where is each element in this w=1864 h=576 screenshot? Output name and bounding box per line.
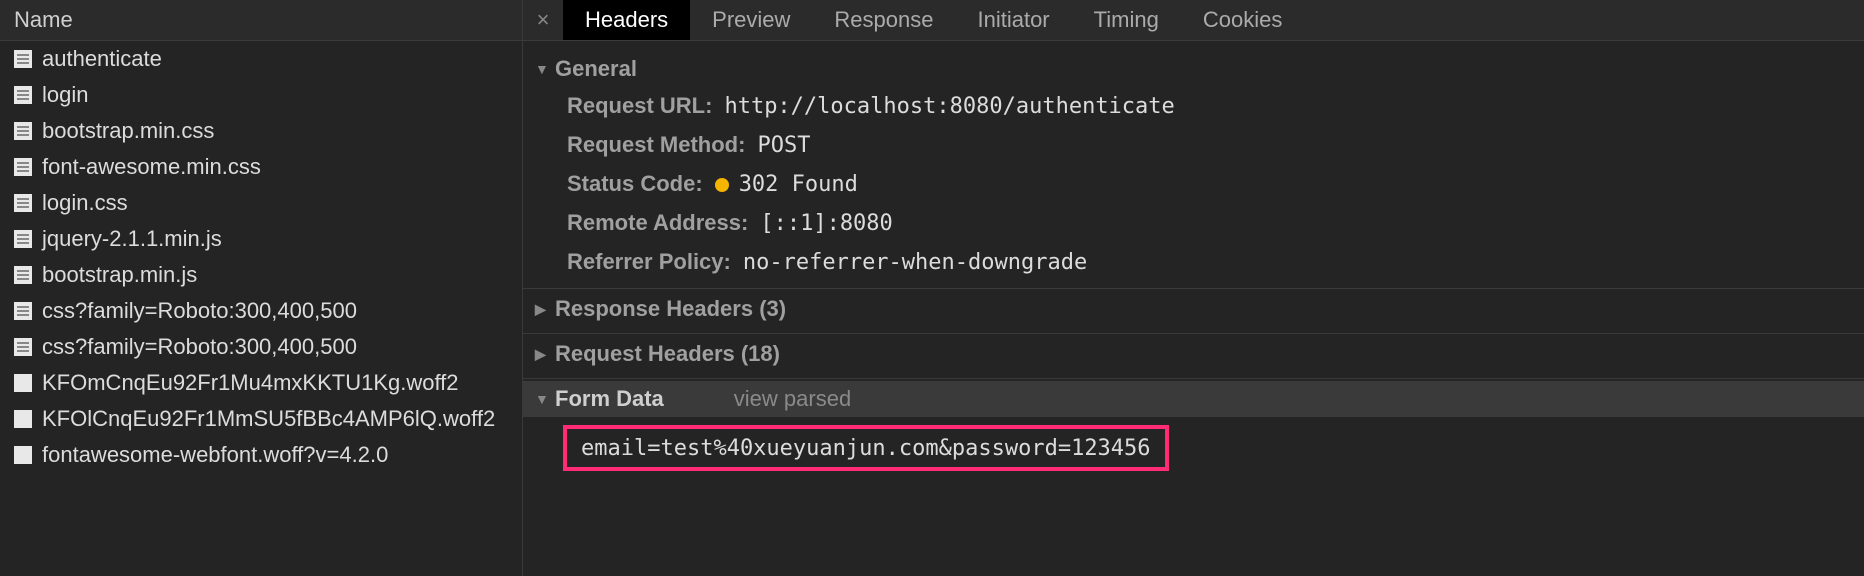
form-data-section: ▼ Form Data view parsed email=test%40xue… — [523, 378, 1864, 479]
request-row[interactable]: KFOlCnqEu92Fr1MmSU5fBBc4AMP6lQ.woff2 — [0, 401, 522, 437]
label: Request URL: — [567, 87, 712, 125]
request-row[interactable]: jquery-2.1.1.min.js — [0, 221, 522, 257]
value: no-referrer-when-downgrade — [743, 244, 1087, 282]
file-icon — [14, 338, 32, 356]
file-icon — [14, 86, 32, 104]
file-icon — [14, 410, 32, 428]
form-data-header[interactable]: ▼ Form Data view parsed — [523, 381, 1864, 417]
request-name: jquery-2.1.1.min.js — [42, 226, 222, 252]
request-row[interactable]: bootstrap.min.css — [0, 113, 522, 149]
request-row[interactable]: font-awesome.min.css — [0, 149, 522, 185]
request-method-row: Request Method: POST — [523, 126, 1864, 165]
request-name: css?family=Roboto:300,400,500 — [42, 334, 357, 360]
chevron-down-icon: ▼ — [535, 391, 551, 407]
detail-tabs: × HeadersPreviewResponseInitiatorTimingC… — [523, 0, 1864, 41]
label: Status Code: — [567, 165, 703, 203]
request-row[interactable]: css?family=Roboto:300,400,500 — [0, 293, 522, 329]
request-name: login.css — [42, 190, 128, 216]
request-headers-section: ▶ Request Headers (18) — [523, 333, 1864, 372]
request-name: css?family=Roboto:300,400,500 — [42, 298, 357, 324]
chevron-down-icon: ▼ — [535, 61, 551, 77]
request-name: bootstrap.min.css — [42, 118, 214, 144]
label: Remote Address: — [567, 204, 748, 242]
file-icon — [14, 374, 32, 392]
value: 302 Found — [715, 166, 858, 204]
status-code-row: Status Code: 302 Found — [523, 165, 1864, 204]
name-column-header[interactable]: Name — [0, 0, 522, 41]
request-row[interactable]: KFOmCnqEu92Fr1Mu4mxKKTU1Kg.woff2 — [0, 365, 522, 401]
request-row[interactable]: authenticate — [0, 41, 522, 77]
file-icon — [14, 446, 32, 464]
tab-response[interactable]: Response — [812, 0, 955, 40]
form-data-payload-highlight: email=test%40xueyuanjun.com&password=123… — [563, 425, 1169, 471]
remote-address-row: Remote Address: [::1]:8080 — [523, 204, 1864, 243]
chevron-right-icon: ▶ — [535, 301, 551, 318]
status-dot-icon — [715, 178, 729, 192]
referrer-policy-row: Referrer Policy: no-referrer-when-downgr… — [523, 243, 1864, 282]
tab-initiator[interactable]: Initiator — [955, 0, 1071, 40]
request-url-row: Request URL: http://localhost:8080/authe… — [523, 87, 1864, 126]
value: [::1]:8080 — [760, 205, 892, 243]
section-title: Response Headers (3) — [555, 296, 786, 322]
response-headers-section: ▶ Response Headers (3) — [523, 288, 1864, 327]
request-name: KFOlCnqEu92Fr1MmSU5fBBc4AMP6lQ.woff2 — [42, 406, 495, 432]
request-name: KFOmCnqEu92Fr1Mu4mxKKTU1Kg.woff2 — [42, 370, 459, 396]
tab-cookies[interactable]: Cookies — [1181, 0, 1304, 40]
file-icon — [14, 50, 32, 68]
request-row[interactable]: login.css — [0, 185, 522, 221]
request-row[interactable]: bootstrap.min.js — [0, 257, 522, 293]
request-row[interactable]: fontawesome-webfont.woff?v=4.2.0 — [0, 437, 522, 473]
request-headers-header[interactable]: ▶ Request Headers (18) — [523, 336, 1864, 372]
request-row[interactable]: login — [0, 77, 522, 113]
request-name: login — [42, 82, 88, 108]
value: POST — [757, 127, 810, 165]
request-name: fontawesome-webfont.woff?v=4.2.0 — [42, 442, 388, 468]
section-title: General — [555, 56, 637, 82]
tab-headers[interactable]: Headers — [563, 0, 690, 40]
general-section-header[interactable]: ▼ General — [523, 51, 1864, 87]
section-title: Form Data — [555, 386, 664, 412]
general-section: ▼ General Request URL: http://localhost:… — [523, 51, 1864, 282]
chevron-right-icon: ▶ — [535, 346, 551, 363]
request-name: bootstrap.min.js — [42, 262, 197, 288]
label: Referrer Policy: — [567, 243, 731, 281]
tab-timing[interactable]: Timing — [1072, 0, 1181, 40]
value: http://localhost:8080/authenticate — [724, 88, 1174, 126]
section-title: Request Headers (18) — [555, 341, 780, 367]
file-icon — [14, 194, 32, 212]
request-name: font-awesome.min.css — [42, 154, 261, 180]
file-icon — [14, 266, 32, 284]
status-code-text: 302 Found — [739, 172, 858, 197]
request-detail-panel: × HeadersPreviewResponseInitiatorTimingC… — [523, 0, 1864, 576]
file-icon — [14, 122, 32, 140]
request-name: authenticate — [42, 46, 162, 72]
file-icon — [14, 302, 32, 320]
request-list: authenticate login bootstrap.min.css font-a… — [0, 41, 522, 576]
network-request-list-panel: Name authenticate login bootstrap.min.css f… — [0, 0, 523, 576]
response-headers-header[interactable]: ▶ Response Headers (3) — [523, 291, 1864, 327]
close-icon[interactable]: × — [523, 7, 563, 33]
label: Request Method: — [567, 126, 745, 164]
view-parsed-link[interactable]: view parsed — [734, 386, 851, 412]
tab-preview[interactable]: Preview — [690, 0, 812, 40]
form-data-payload: email=test%40xueyuanjun.com&password=123… — [581, 436, 1151, 461]
file-icon — [14, 158, 32, 176]
file-icon — [14, 230, 32, 248]
request-row[interactable]: css?family=Roboto:300,400,500 — [0, 329, 522, 365]
